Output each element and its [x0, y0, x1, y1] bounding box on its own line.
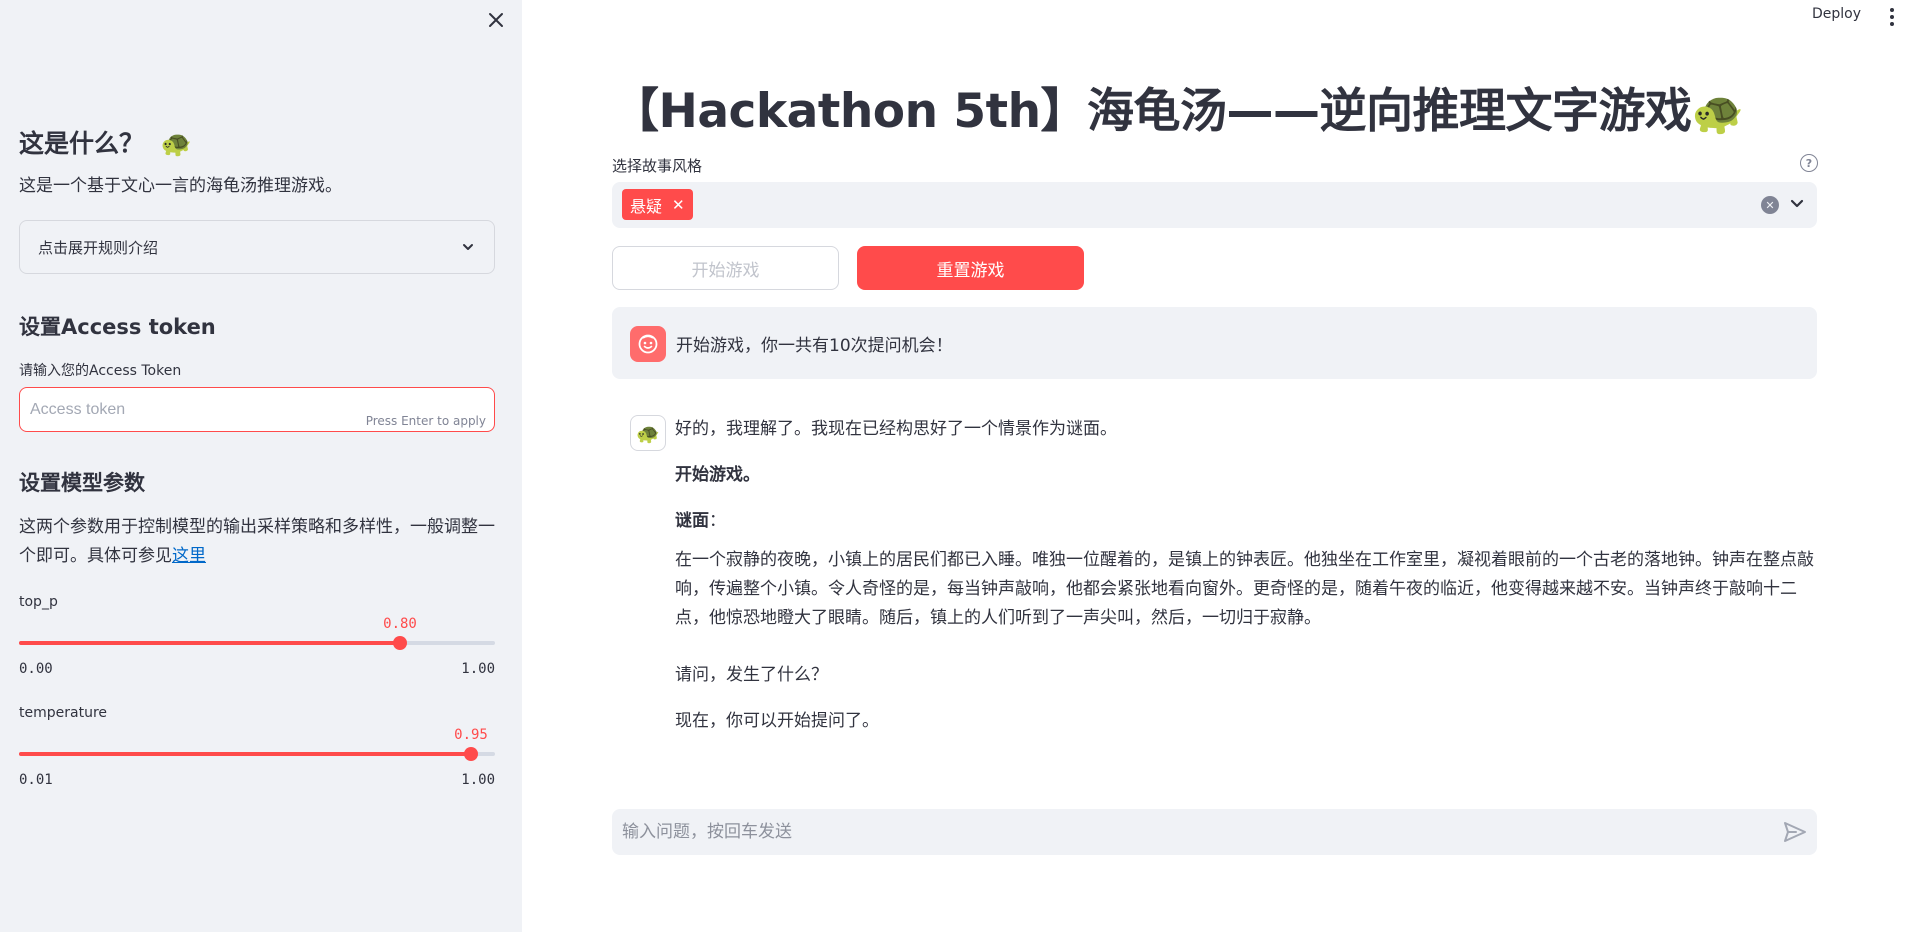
- about-heading-text: 这是什么？: [19, 129, 145, 158]
- page-title-text: 【Hackathon 5th】海龟汤——逆向推理文字游戏: [612, 84, 1692, 139]
- rules-expander[interactable]: 点击展开规则介绍: [19, 220, 495, 274]
- chat-input[interactable]: [612, 809, 1752, 855]
- top-p-label: top_p: [19, 594, 58, 610]
- riddle-heading: 谜面：: [675, 506, 726, 531]
- chat-input-bar: [612, 809, 1817, 855]
- top-p-max: 1.00: [461, 661, 495, 677]
- riddle-label: 谜面: [675, 511, 709, 531]
- chevron-down-icon[interactable]: [1787, 193, 1807, 213]
- send-icon[interactable]: [1783, 821, 1807, 843]
- turtle-avatar-icon: 🐢: [630, 415, 666, 451]
- kebab-menu-icon[interactable]: [1882, 6, 1902, 28]
- selected-style-tag[interactable]: 悬疑 ✕: [622, 189, 693, 220]
- riddle-text: 在一个寂静的夜晚，小镇上的居民们都已入睡。唯独一位醒着的，是镇上的钟表匠。他独坐…: [675, 550, 1814, 628]
- temperature-value: 0.95: [454, 727, 488, 743]
- story-style-multiselect[interactable]: 悬疑 ✕ ✕: [612, 182, 1817, 228]
- turtle-icon: 🐢: [160, 129, 192, 158]
- system-message-text: 开始游戏，你一共有10次提问机会！: [676, 336, 953, 356]
- temperature-label: temperature: [19, 705, 107, 721]
- page-title: 【Hackathon 5th】海龟汤——逆向推理文字游戏🐢: [612, 72, 1744, 141]
- top-p-fill: [19, 641, 400, 645]
- top-p-thumb[interactable]: [393, 636, 407, 650]
- message-bold-text: 开始游戏。: [675, 465, 760, 485]
- system-chat-message: 开始游戏，你一共有10次提问机会！: [612, 307, 1817, 379]
- reset-game-button[interactable]: 重置游戏: [857, 246, 1084, 290]
- assistant-avatar: [630, 326, 666, 362]
- top-p-slider[interactable]: [19, 636, 495, 650]
- rules-expander-label: 点击展开规则介绍: [38, 238, 159, 257]
- top-p-min: 0.00: [19, 661, 53, 677]
- about-description: 这是一个基于文心一言的海龟汤推理游戏。: [19, 176, 342, 196]
- story-style-label: 选择故事风格: [612, 157, 703, 175]
- temperature-fill: [19, 752, 471, 756]
- chevron-down-icon: [463, 244, 473, 250]
- start-game-button[interactable]: 开始游戏: [612, 246, 839, 290]
- params-heading: 设置模型参数: [19, 471, 145, 495]
- help-icon[interactable]: ?: [1800, 154, 1818, 172]
- temperature-thumb[interactable]: [464, 747, 478, 761]
- top-p-value: 0.80: [383, 616, 417, 632]
- bot-face-icon: [638, 334, 658, 354]
- deploy-button[interactable]: Deploy: [1812, 6, 1861, 22]
- message-line: 现在，你可以开始提问了。: [675, 711, 879, 731]
- token-label: 请输入您的Access Token: [19, 363, 182, 379]
- params-description-text: 这两个参数用于控制模型的输出采样策略和多样性，一般调整一个即可。具体可参见: [19, 517, 495, 566]
- riddle-colon: ：: [709, 511, 726, 531]
- clear-all-icon[interactable]: ✕: [1761, 196, 1779, 214]
- sidebar: 这是什么？ 🐢 这是一个基于文心一言的海龟汤推理游戏。 点击展开规则介绍 设置A…: [0, 0, 522, 932]
- params-docs-link[interactable]: 这里: [172, 546, 206, 566]
- turtle-icon: 🐢: [1691, 88, 1744, 137]
- access-token-field: Press Enter to apply: [19, 387, 495, 432]
- message-line: 请问，发生了什么？: [675, 665, 828, 685]
- temperature-max: 1.00: [461, 772, 495, 788]
- selected-style-tag-label: 悬疑: [630, 196, 663, 216]
- message-line: 好的，我理解了。我现在已经构思好了一个情景作为谜面。: [675, 419, 1117, 439]
- temperature-min: 0.01: [19, 772, 53, 788]
- token-input-hint: Press Enter to apply: [365, 414, 486, 428]
- params-description: 这两个参数用于控制模型的输出采样策略和多样性，一般调整一个即可。具体可参见这里: [19, 513, 495, 571]
- remove-tag-icon[interactable]: ✕: [672, 196, 685, 214]
- token-heading: 设置Access token: [19, 315, 216, 339]
- close-sidebar-button[interactable]: [482, 6, 510, 34]
- close-icon: [489, 13, 503, 27]
- temperature-slider[interactable]: [19, 747, 495, 761]
- message-line: 开始游戏。: [675, 460, 760, 485]
- about-heading: 这是什么？ 🐢: [19, 124, 192, 160]
